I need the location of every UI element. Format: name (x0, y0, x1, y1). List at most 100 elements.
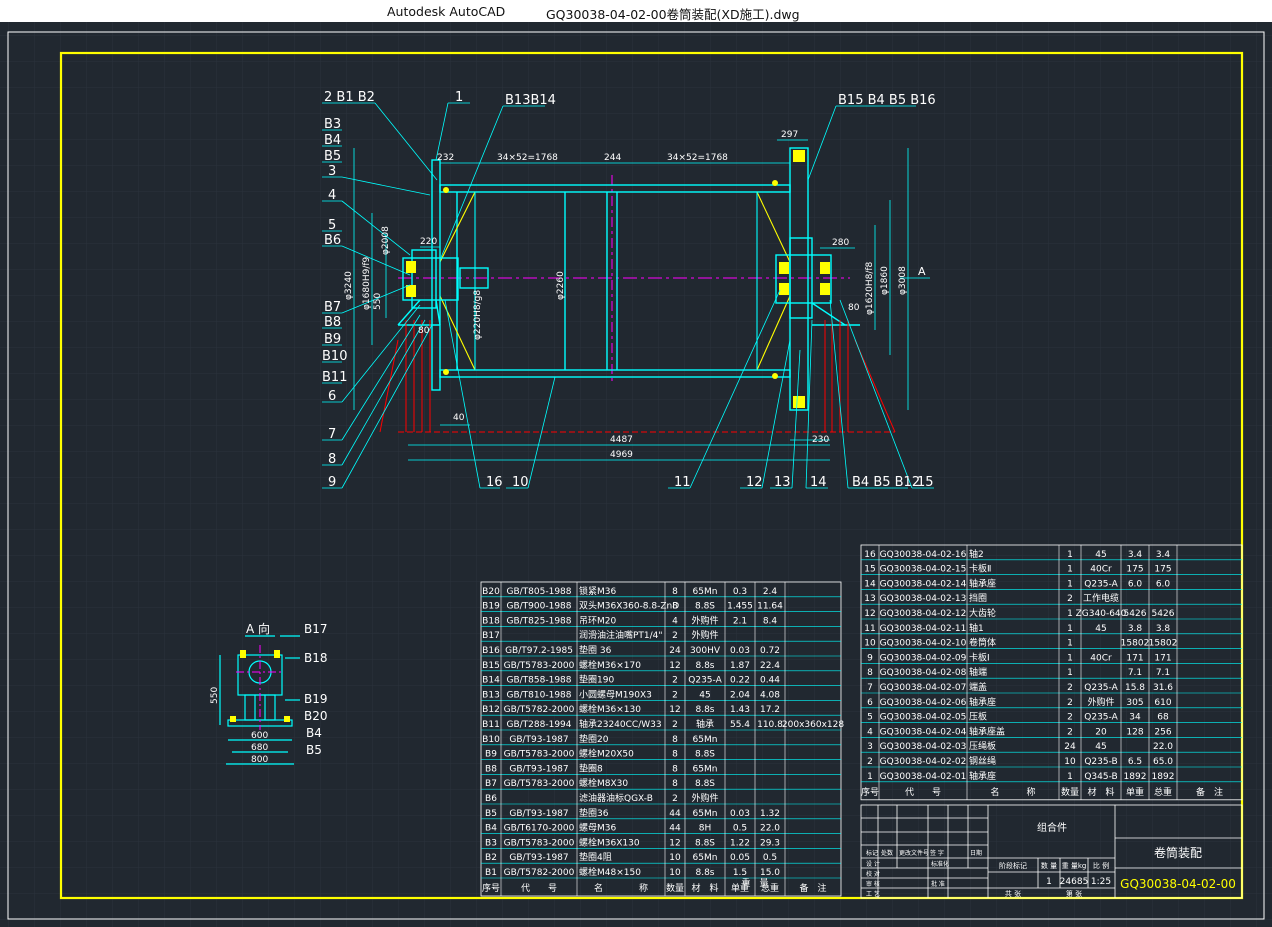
bom-left-cell: 65Mn (693, 735, 718, 745)
bom-left-cell: GB/T805-1988 (506, 587, 571, 597)
bom-left-cell: 0.03 (730, 809, 750, 819)
bom-right-cell: GQ30038-04-02-01 (880, 772, 967, 782)
bom-right-cell: 端盖 (969, 681, 987, 693)
bom-right-cell: 3.4 (1156, 550, 1171, 560)
bom-left-cell: 8.8S (695, 838, 715, 848)
bom-right-header-cell: 序号 (861, 786, 879, 798)
bom-left-cell: 15.0 (760, 868, 780, 878)
bom-right-cell: 3.8 (1128, 624, 1143, 634)
bom-left-cell: 螺栓M48×150 (579, 866, 641, 878)
bom-left-cell: GB/T5783-2000 (504, 779, 575, 789)
bom-right-cell: 1 (1067, 609, 1073, 619)
bom-left-cell: 65Mn (693, 809, 718, 819)
bom-left-cell: 12 (669, 661, 680, 671)
bom-right-cell: GQ30038-04-02-16 (880, 550, 967, 560)
bom-right-cell: 轴1 (969, 622, 984, 634)
dim-phi1680: φ1680H9/f9 (362, 256, 372, 310)
bom-right-cell: 工作电缆 (1083, 592, 1119, 604)
bom-right-cell: Q235-A (1084, 713, 1118, 723)
bom-left-cell: 110.8 (757, 720, 783, 730)
bom-left-cell: 8 (672, 764, 678, 774)
bom-right-cell: GQ30038-04-02-07 (880, 683, 967, 693)
balloon-b19: B19 (304, 692, 328, 706)
bom-left-cell: 65Mn (693, 587, 718, 597)
balloon-b17: B17 (304, 622, 328, 636)
designer-label: 设 计 (866, 860, 880, 868)
bom-left-cell: 润滑油注油嘴PT1/4" (579, 629, 663, 641)
bom-right-cell: 610 (1154, 698, 1171, 708)
bom-right-header-cell: 单重 (1126, 786, 1144, 798)
bom-left-cell: 0.44 (760, 676, 780, 686)
balloon-b9: B9 (324, 332, 341, 347)
bom-left-cell: 12 (669, 838, 680, 848)
bom-left-cell: 4.08 (760, 690, 780, 700)
bom-left-cell: 8 (672, 602, 678, 612)
bom-right-cell: 256 (1154, 727, 1171, 737)
bom-right-cell: 轴承座盖 (969, 725, 1005, 737)
bom-right-cell: 压板 (969, 711, 987, 723)
bom-right-cell: 7.1 (1128, 668, 1142, 678)
bom-right-cell: 34 (1129, 713, 1141, 723)
bom-right-cell: 轴承座 (969, 577, 996, 589)
bom-left-cell: 轴承 (696, 718, 714, 730)
bom-right-cell: GQ30038-04-02-09 (880, 653, 967, 663)
bom-left-cell: B8 (485, 764, 497, 774)
bom-right-cell: 1892 (1124, 772, 1147, 782)
bom-left-cell: 22.0 (760, 824, 780, 834)
bom-left-cell: 1.32 (760, 809, 780, 819)
bom-left-cell: 4 (672, 616, 678, 626)
bom-right-cell: 15802 (1149, 639, 1178, 649)
bom-right-cell: GQ30038-04-02-06 (880, 698, 967, 708)
balloon-b13-b14: B13B14 (505, 93, 556, 108)
sheet-page: 第 张 (1066, 889, 1082, 898)
bom-left-cell: 0.05 (730, 853, 750, 863)
bom-left-cell: 滤油器油标QGX-B (579, 792, 653, 804)
bom-left-cell: 11.64 (757, 602, 783, 612)
bom-left-cell: 小圆螺母M190X3 (579, 689, 652, 700)
bom-left-cell: 8.8S (695, 779, 715, 789)
bom-left-cell: 1.43 (730, 705, 750, 715)
drawing-number: GQ30038-04-02-00 (1120, 877, 1236, 891)
bom-right-cell: 5426 (1152, 609, 1175, 619)
bom-right-cell: GQ30038-04-02-03 (880, 742, 967, 752)
balloon-b3: B3 (324, 117, 341, 132)
bom-left-cell: 0.3 (733, 587, 747, 597)
bom-left-cell: B5 (485, 809, 497, 819)
bom-right-cell: 2 (867, 757, 873, 767)
cad-drawing[interactable]: 2 B1 B2 1 B13B14 B15 B4 B5 B16 B3 B4 B5 … (0, 22, 1272, 927)
bom-left-cell: B20 (482, 587, 500, 597)
bom-right-cell: 2 (1067, 594, 1073, 604)
bom-left-cell: GB/T5783-2000 (504, 838, 575, 848)
bom-left-cell: 螺母M36 (579, 823, 616, 834)
bom-right-cell: GQ30038-04-02-10 (880, 639, 967, 649)
balloon-6: 6 (328, 389, 336, 404)
bom-left-cell: 8 (672, 750, 678, 760)
bom-left-cell: 锁紧M36 (579, 585, 616, 597)
drawing-canvas[interactable]: 2 B1 B2 1 B13B14 B15 B4 B5 B16 B3 B4 B5 … (0, 22, 1272, 927)
bom-left-cell: 2 (672, 676, 678, 686)
balloon-b11: B11 (322, 370, 347, 385)
app-title: Autodesk AutoCAD (387, 4, 506, 19)
bom-right-header-cell: 材 料 (1087, 786, 1114, 798)
bom-left-cell: 2 (672, 720, 678, 730)
bom-left-cell: GB/T5782-2000 (504, 705, 575, 715)
bom-right-cell: 15802 (1121, 639, 1150, 649)
dim-244: 244 (604, 153, 621, 163)
bom-right-cell: 大齿轮 (969, 607, 996, 619)
bom-right-cell: GQ30038-04-02-15 (880, 565, 967, 575)
bom-left-cell: 双头M36X360-8.8-ZnD (579, 601, 679, 612)
bom-right-cell: 5 (867, 713, 873, 723)
bom-left-cell: B9 (485, 750, 497, 760)
bom-left-cell: GB/T288-1994 (506, 720, 571, 730)
side-dim-600: 600 (251, 731, 268, 741)
bom-right-cell: 305 (1126, 698, 1143, 708)
balloon-3: 3 (328, 164, 336, 179)
bom-left-weight-sub: 重 量 (741, 877, 768, 889)
bom-left-cell: 10 (669, 853, 681, 863)
bom-left-cell: 29.3 (760, 838, 780, 848)
bom-right-cell: 7 (867, 683, 873, 693)
dim-4969: 4969 (610, 450, 633, 460)
bom-left-cell: 外购件 (691, 792, 718, 804)
bom-left-cell: 轴承23240CC/W33 (579, 718, 662, 730)
bom-left-cell: 24 (669, 646, 681, 656)
